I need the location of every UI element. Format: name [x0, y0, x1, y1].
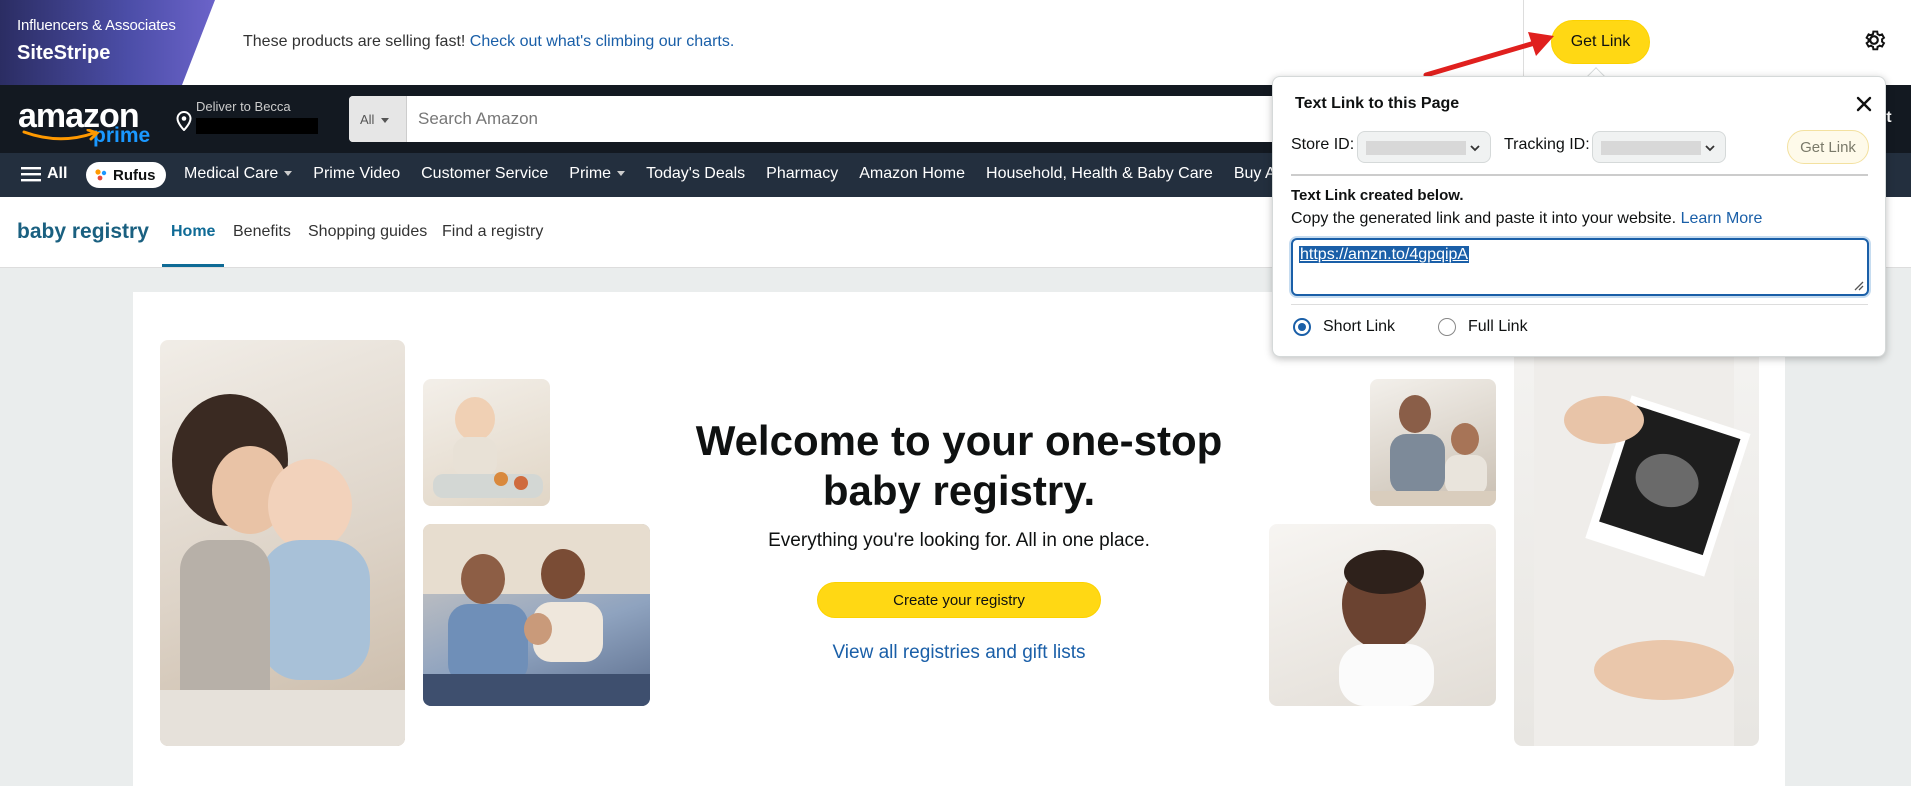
nav-item-prime[interactable]: Prime	[569, 165, 625, 183]
family-reading-photo	[423, 524, 650, 706]
popup-title: Text Link to this Page	[1295, 95, 1460, 112]
search-bar: All	[349, 96, 1279, 142]
sitestripe-message: These products are selling fast! Check o…	[243, 33, 734, 51]
hero-title: Welcome to your one-stop baby registry.	[653, 416, 1265, 516]
nav-item-prime-video[interactable]: Prime Video	[313, 165, 400, 183]
father-child-photo	[1370, 379, 1496, 506]
nav-item-pharmacy[interactable]: Pharmacy	[766, 165, 838, 183]
store-id-select[interactable]	[1357, 131, 1491, 163]
copy-instructions-text: Copy the generated link and paste it int…	[1291, 210, 1677, 227]
get-link-button[interactable]: Get Link	[1551, 20, 1650, 64]
short-link-radio[interactable]: Short Link	[1293, 318, 1395, 336]
search-category-select[interactable]: All	[349, 96, 407, 142]
tab-home[interactable]: Home	[171, 223, 215, 241]
smiling-baby-photo	[1269, 524, 1496, 706]
hero-title-line2: baby registry.	[822, 467, 1096, 514]
red-arrow-icon	[1423, 32, 1554, 78]
chevron-down-icon	[381, 118, 390, 124]
rufus-label: Rufus	[113, 166, 156, 184]
create-registry-button[interactable]: Create your registry	[817, 582, 1101, 618]
redacted-address	[196, 118, 318, 134]
generated-link-value: https://amzn.to/4gpqipA	[1299, 246, 1470, 263]
learn-more-link[interactable]: Learn More	[1681, 210, 1763, 227]
pregnancy-ultrasound-photo	[1514, 340, 1759, 746]
active-tab-indicator	[162, 264, 224, 267]
close-icon[interactable]	[1854, 94, 1874, 114]
sitestripe-brand: Influencers & Associates SiteStripe	[0, 0, 215, 85]
tracking-id-label: Tracking ID:	[1504, 136, 1590, 153]
registry-hero: Welcome to your one-stop baby registry. …	[133, 292, 1785, 786]
chevron-down-icon	[1470, 145, 1480, 152]
popup-get-link-button[interactable]: Get Link	[1787, 130, 1869, 164]
smile-arrow-icon	[22, 129, 100, 141]
full-link-label: Full Link	[1468, 318, 1528, 335]
hero-title-line1: Welcome to your one-stop	[695, 417, 1223, 464]
nav-all-label: All	[47, 165, 68, 182]
sitestripe-brand-sub: Influencers & Associates	[17, 17, 176, 34]
sitestripe-brand-name: SiteStripe	[17, 42, 111, 64]
hamburger-icon	[21, 167, 41, 182]
registry-title[interactable]: baby registry	[17, 220, 149, 244]
resize-grip-icon[interactable]	[1852, 279, 1864, 291]
rufus-icon	[95, 169, 107, 181]
chevron-down-icon	[1705, 145, 1715, 152]
sitestripe-bar: Influencers & Associates SiteStripe Thes…	[0, 0, 1911, 85]
full-link-radio[interactable]: Full Link	[1438, 318, 1528, 336]
nav-item-todays-deals[interactable]: Today's Deals	[646, 165, 745, 183]
gear-icon[interactable]	[1861, 27, 1887, 53]
store-id-label: Store ID:	[1291, 136, 1355, 153]
tab-shopping-guides[interactable]: Shopping guides	[308, 223, 427, 241]
nav-items: Medical Care Prime Video Customer Servic…	[184, 165, 1314, 183]
nav-all-menu[interactable]: All	[21, 165, 67, 183]
radio-unselected-icon	[1438, 318, 1456, 336]
view-registries-link[interactable]: View all registries and gift lists	[653, 642, 1265, 664]
deliver-label: Deliver to Becca	[196, 99, 291, 114]
store-id-redacted	[1366, 141, 1466, 155]
copy-instructions: Copy the generated link and paste it int…	[1291, 210, 1762, 228]
location-pin-icon	[176, 111, 192, 131]
tab-benefits[interactable]: Benefits	[233, 223, 291, 241]
short-link-label: Short Link	[1323, 318, 1396, 335]
tracking-id-select[interactable]	[1592, 131, 1726, 163]
link-created-heading: Text Link created below.	[1291, 187, 1464, 204]
amazon-prime-logo[interactable]: amazon prime	[18, 97, 153, 147]
nav-item-household[interactable]: Household, Health & Baby Care	[986, 165, 1213, 183]
search-input[interactable]	[407, 96, 1279, 142]
nav-item-medical-care[interactable]: Medical Care	[184, 165, 292, 183]
baby-eating-photo	[423, 379, 550, 506]
tab-find-registry[interactable]: Find a registry	[442, 223, 543, 241]
popup-divider	[1291, 174, 1868, 176]
sitestripe-message-text: These products are selling fast!	[243, 33, 466, 50]
mother-baby-photo	[160, 340, 405, 746]
rufus-button[interactable]: Rufus	[86, 162, 166, 188]
popup-divider-lower	[1291, 304, 1868, 305]
search-category-label: All	[360, 112, 375, 127]
hero-subtitle: Everything you're looking for. All in on…	[768, 530, 1150, 551]
tracking-id-redacted	[1601, 141, 1701, 155]
generated-link-textarea[interactable]: https://amzn.to/4gpqipA	[1291, 238, 1869, 296]
nav-item-amazon-home[interactable]: Amazon Home	[859, 165, 965, 183]
radio-selected-icon	[1293, 318, 1311, 336]
nav-item-customer-service[interactable]: Customer Service	[421, 165, 548, 183]
charts-link[interactable]: Check out what's climbing our charts.	[470, 33, 735, 50]
text-link-popup: Text Link to this Page Store ID: Trackin…	[1272, 76, 1886, 357]
